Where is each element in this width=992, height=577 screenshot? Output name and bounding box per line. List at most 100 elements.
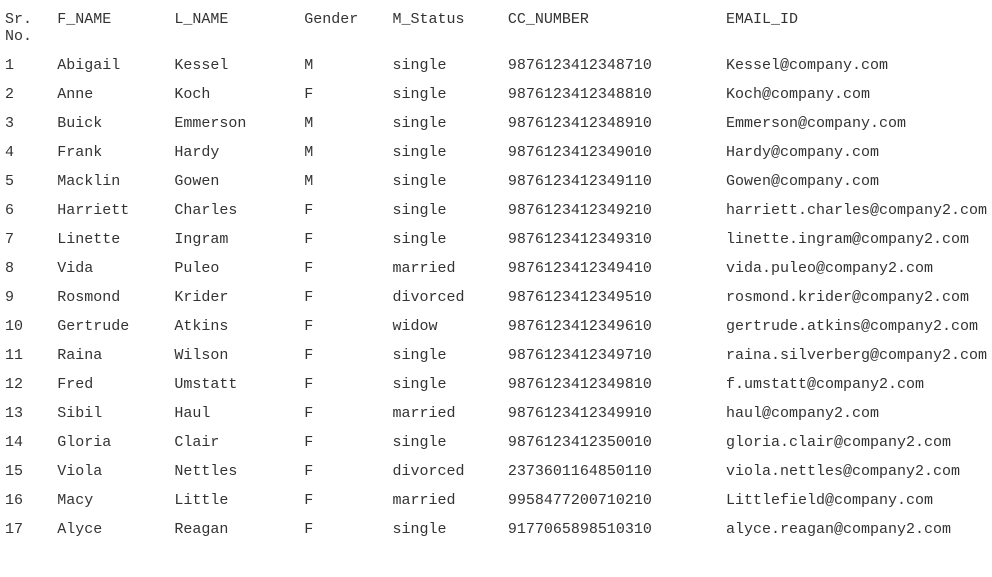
cell-email: f.umstatt@company2.com (726, 370, 987, 399)
cell-sr: 15 (5, 457, 57, 486)
cell-sr: 8 (5, 254, 57, 283)
cell-email: Kessel@company.com (726, 51, 987, 80)
table-row: 15ViolaNettlesFdivorced2373601164850110v… (5, 457, 987, 486)
cell-sr: 11 (5, 341, 57, 370)
cell-cc: 9876123412348910 (508, 109, 726, 138)
cell-fname: Macklin (57, 167, 174, 196)
header-fname: F_NAME (57, 5, 174, 51)
table-row: 4FrankHardyMsingle9876123412349010Hardy@… (5, 138, 987, 167)
cell-sr: 5 (5, 167, 57, 196)
cell-email: haul@company2.com (726, 399, 987, 428)
cell-sr: 2 (5, 80, 57, 109)
cell-mstat: single (393, 428, 508, 457)
table-row: 7LinetteIngramFsingle9876123412349310lin… (5, 225, 987, 254)
cell-gender: M (304, 138, 392, 167)
cell-fname: Gertrude (57, 312, 174, 341)
cell-gender: F (304, 486, 392, 515)
cell-cc: 9876123412349610 (508, 312, 726, 341)
cell-mstat: single (393, 138, 508, 167)
cell-fname: Linette (57, 225, 174, 254)
cell-mstat: single (393, 370, 508, 399)
header-email: EMAIL_ID (726, 5, 987, 51)
header-lname: L_NAME (174, 5, 304, 51)
cell-email: Emmerson@company.com (726, 109, 987, 138)
cell-mstat: single (393, 515, 508, 544)
cell-lname: Puleo (174, 254, 304, 283)
cell-lname: Nettles (174, 457, 304, 486)
table-row: 5MacklinGowenMsingle9876123412349110Gowe… (5, 167, 987, 196)
cell-lname: Hardy (174, 138, 304, 167)
cell-fname: Gloria (57, 428, 174, 457)
cell-email: Hardy@company.com (726, 138, 987, 167)
cell-sr: 12 (5, 370, 57, 399)
cell-gender: F (304, 225, 392, 254)
cell-cc: 9876123412348710 (508, 51, 726, 80)
cell-fname: Buick (57, 109, 174, 138)
cell-cc: 9876123412349110 (508, 167, 726, 196)
cell-gender: F (304, 457, 392, 486)
cell-email: Koch@company.com (726, 80, 987, 109)
cell-gender: F (304, 254, 392, 283)
table-row: 16MacyLittleFmarried9958477200710210Litt… (5, 486, 987, 515)
table-row: 9RosmondKriderFdivorced9876123412349510r… (5, 283, 987, 312)
cell-cc: 9876123412348810 (508, 80, 726, 109)
cell-fname: Sibil (57, 399, 174, 428)
cell-gender: F (304, 196, 392, 225)
cell-mstat: single (393, 51, 508, 80)
cell-cc: 9177065898510310 (508, 515, 726, 544)
cell-mstat: widow (393, 312, 508, 341)
header-sr: Sr.No. (5, 5, 57, 51)
cell-lname: Wilson (174, 341, 304, 370)
cell-cc: 9876123412349710 (508, 341, 726, 370)
table-row: 17AlyceReaganFsingle9177065898510310alyc… (5, 515, 987, 544)
table-row: 2AnneKochFsingle9876123412348810Koch@com… (5, 80, 987, 109)
cell-lname: Haul (174, 399, 304, 428)
cell-sr: 16 (5, 486, 57, 515)
cell-lname: Kessel (174, 51, 304, 80)
cell-email: gertrude.atkins@company2.com (726, 312, 987, 341)
cell-fname: Harriett (57, 196, 174, 225)
cell-mstat: married (393, 399, 508, 428)
cell-cc: 9876123412349210 (508, 196, 726, 225)
cell-fname: Alyce (57, 515, 174, 544)
cell-lname: Emmerson (174, 109, 304, 138)
cell-mstat: divorced (393, 457, 508, 486)
cell-sr: 10 (5, 312, 57, 341)
header-cc: CC_NUMBER (508, 5, 726, 51)
cell-sr: 9 (5, 283, 57, 312)
cell-lname: Charles (174, 196, 304, 225)
cell-gender: F (304, 399, 392, 428)
cell-mstat: single (393, 80, 508, 109)
cell-cc: 9876123412349410 (508, 254, 726, 283)
cell-email: rosmond.krider@company2.com (726, 283, 987, 312)
cell-lname: Koch (174, 80, 304, 109)
header-mstat: M_Status (393, 5, 508, 51)
cell-email: linette.ingram@company2.com (726, 225, 987, 254)
cell-sr: 17 (5, 515, 57, 544)
cell-lname: Reagan (174, 515, 304, 544)
cell-fname: Rosmond (57, 283, 174, 312)
cell-email: alyce.reagan@company2.com (726, 515, 987, 544)
cell-gender: F (304, 515, 392, 544)
table-row: 11RainaWilsonFsingle9876123412349710rain… (5, 341, 987, 370)
cell-email: viola.nettles@company2.com (726, 457, 987, 486)
cell-gender: M (304, 109, 392, 138)
cell-mstat: married (393, 486, 508, 515)
table-row: 13SibilHaulFmarried9876123412349910haul@… (5, 399, 987, 428)
cell-lname: Ingram (174, 225, 304, 254)
cell-lname: Umstatt (174, 370, 304, 399)
table-row: 1AbigailKesselMsingle9876123412348710Kes… (5, 51, 987, 80)
data-table: Sr.No. F_NAME L_NAME Gender M_Status CC_… (5, 5, 987, 544)
cell-sr: 4 (5, 138, 57, 167)
cell-fname: Abigail (57, 51, 174, 80)
cell-mstat: married (393, 254, 508, 283)
cell-sr: 3 (5, 109, 57, 138)
cell-fname: Fred (57, 370, 174, 399)
cell-fname: Vida (57, 254, 174, 283)
cell-lname: Atkins (174, 312, 304, 341)
cell-cc: 2373601164850110 (508, 457, 726, 486)
cell-sr: 14 (5, 428, 57, 457)
cell-lname: Krider (174, 283, 304, 312)
table-row: 12FredUmstattFsingle9876123412349810f.um… (5, 370, 987, 399)
cell-gender: F (304, 283, 392, 312)
